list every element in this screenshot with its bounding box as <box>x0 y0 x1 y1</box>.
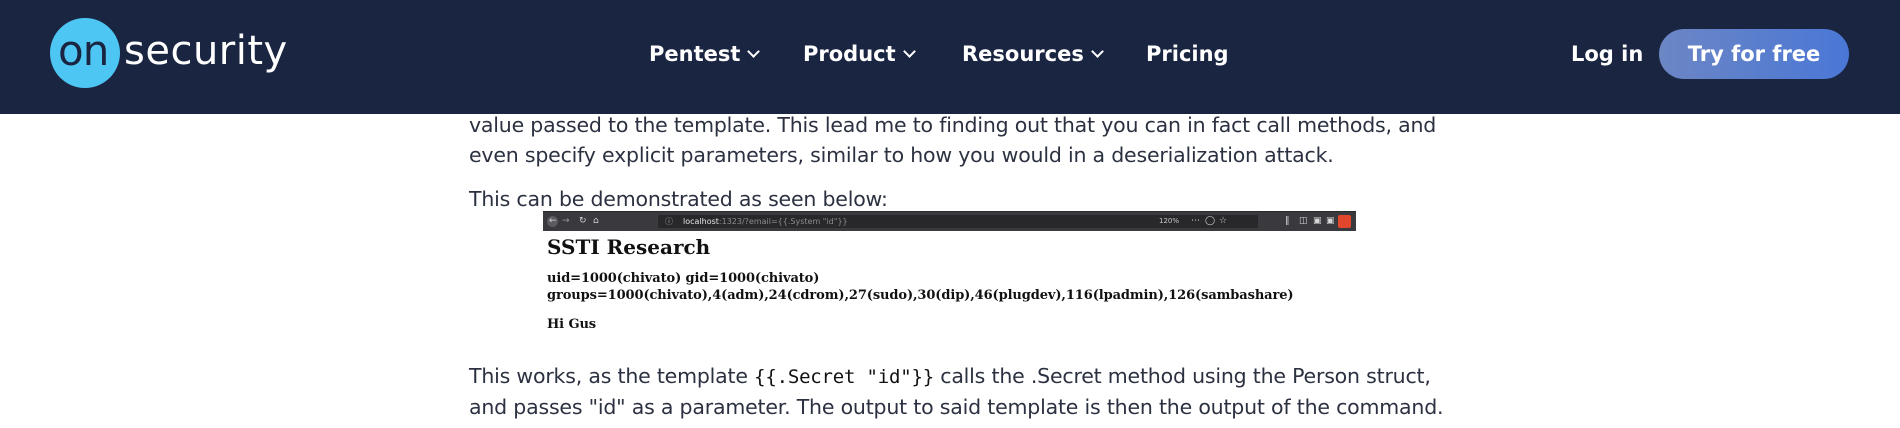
embedded-screenshot: ← → ↻ ⌂ ⓘ localhost:1323/?email={{.Syste… <box>543 211 1356 338</box>
command-output-line: groups=1000(chivato),4(adm),24(cdrom),27… <box>547 288 1294 303</box>
paragraph-line: even specify explicit parameters, simila… <box>469 143 1334 167</box>
nav-item-label: Pentest <box>649 42 741 66</box>
chevron-down-icon <box>902 44 916 58</box>
forward-icon: → <box>562 216 570 226</box>
logo-wordmark: security <box>124 28 288 74</box>
sidebar-icon: ◫ <box>1299 216 1308 226</box>
try-for-free-button[interactable]: Try for free <box>1659 29 1849 79</box>
zoom-level: 120% <box>1159 217 1180 225</box>
command-output-line: uid=1000(chivato) gid=1000(chivato) <box>547 271 820 286</box>
bookmark-star-icon: ☆ <box>1219 216 1228 226</box>
paragraph-text: calls the .Secret method using the Perso… <box>933 364 1431 388</box>
extension-icon: ▣ <box>1313 216 1322 226</box>
browser-toolbar: ← → ↻ ⌂ ⓘ localhost:1323/?email={{.Syste… <box>543 211 1356 231</box>
chevron-down-icon <box>747 44 761 58</box>
greeting-text: Hi Gus <box>547 317 597 332</box>
nav-item-label: Resources <box>962 42 1084 66</box>
nav-item-pentest[interactable]: Pentest <box>649 34 761 74</box>
nav-item-pricing[interactable]: Pricing <box>1146 34 1229 74</box>
page-info-icon: ⓘ <box>665 217 673 226</box>
nav-item-product[interactable]: Product <box>803 34 916 74</box>
address-bar-url: localhost:1323/?email={{.System "id"}} <box>683 215 848 228</box>
url-path: :1323/?email={{.System "id"}} <box>718 217 848 226</box>
article-body: This works, as the template {{.Secret "i… <box>469 361 1459 422</box>
nav-item-label: Pricing <box>1146 42 1229 66</box>
url-host: localhost <box>683 217 719 226</box>
pocket-icon: ◯ <box>1205 216 1216 226</box>
library-icon: ‖ <box>1285 216 1290 226</box>
article-paragraph: This can be demonstrated as seen below: <box>469 187 888 211</box>
article-body: value passed to the template. This lead … <box>469 110 1459 214</box>
logo-mark: on <box>58 26 109 75</box>
paragraph-text: This works, as the template <box>469 364 755 388</box>
more-actions-icon: ⋯ <box>1191 216 1200 226</box>
nav-item-label: Product <box>803 42 896 66</box>
paragraph-line: value passed to the template. This lead … <box>469 113 1437 137</box>
chevron-down-icon <box>1090 44 1104 58</box>
inline-code: {{.Secret "id"}} <box>754 366 934 388</box>
addon-icon <box>1338 215 1351 228</box>
nav-item-resources[interactable]: Resources <box>962 34 1104 74</box>
reload-icon: ↻ <box>579 216 587 226</box>
extension-icon: ▣ <box>1326 216 1335 226</box>
paragraph-line: and passes "id" as a parameter. The outp… <box>469 395 1444 419</box>
home-icon: ⌂ <box>593 216 599 226</box>
back-arrow-icon: ← <box>549 216 557 226</box>
article-paragraph: This works, as the template {{.Secret "i… <box>469 361 1459 422</box>
article-paragraph: value passed to the template. This lead … <box>469 110 1459 170</box>
login-link[interactable]: Log in <box>1571 34 1643 74</box>
site-header: on security Pentest Product Resources Pr… <box>0 0 1900 114</box>
rendered-page-title: SSTI Research <box>547 235 711 259</box>
